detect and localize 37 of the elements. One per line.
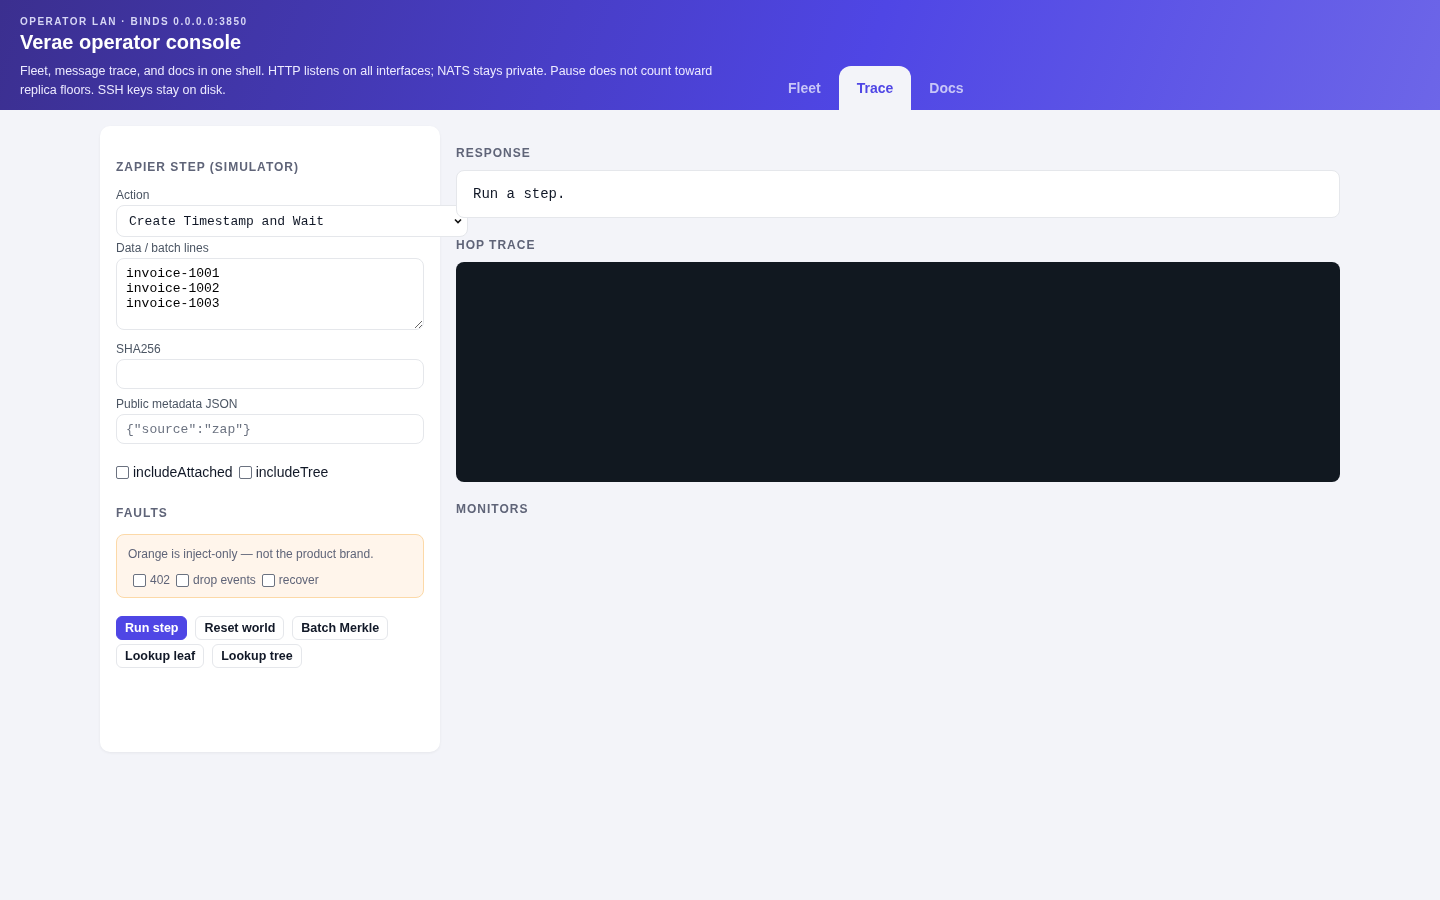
field-label: Data / batch lines bbox=[116, 241, 210, 255]
data-textarea[interactable]: invoice-1001 invoice-1002 invoice-1003 bbox=[116, 258, 424, 330]
chevron-icon bbox=[453, 216, 463, 226]
checkbox-label: recover bbox=[278, 573, 319, 587]
tab[interactable]: Fleet bbox=[770, 66, 839, 110]
header-eyebrow: OPERATOR LAN · BINDS 0.0.0.0:3850 bbox=[20, 16, 249, 27]
tab[interactable]: Trace bbox=[838, 66, 912, 110]
section-title: FAULTS bbox=[116, 506, 169, 520]
checkbox-label: includeTree bbox=[255, 464, 329, 480]
section-title: MONITORS bbox=[456, 502, 530, 516]
checkbox[interactable] bbox=[116, 465, 129, 479]
action-select[interactable]: Create Timestamp and Wait bbox=[116, 205, 468, 237]
section-title: ZAPIER STEP (SIMULATOR) bbox=[116, 160, 300, 174]
checkbox[interactable] bbox=[176, 573, 190, 587]
action-button[interactable]: Run step bbox=[116, 616, 188, 640]
field-label: SHA256 bbox=[116, 342, 162, 356]
field-label: Action bbox=[116, 188, 151, 202]
checkbox-label: includeAttached bbox=[133, 464, 233, 480]
action-button[interactable]: Reset world bbox=[195, 616, 285, 640]
faults-note: Orange is inject-only — not the product brand. bbox=[128, 547, 375, 561]
sha256-field[interactable] bbox=[116, 359, 424, 389]
metadata-field[interactable]: {"source":"zap"} bbox=[116, 414, 424, 444]
tab[interactable]: Docs bbox=[911, 66, 982, 110]
action-button[interactable]: Lookup leaf bbox=[116, 644, 205, 668]
checkbox-label: drop events bbox=[193, 573, 256, 587]
response-output: Run a step. bbox=[456, 170, 1340, 218]
checkbox-label: 402 bbox=[150, 573, 171, 587]
page-title: Verae operator console bbox=[20, 31, 243, 54]
section-title: RESPONSE bbox=[456, 146, 532, 160]
action-button[interactable]: Batch Merkle bbox=[292, 616, 389, 640]
checkbox[interactable] bbox=[133, 573, 146, 587]
field-label: Public metadata JSON bbox=[116, 397, 239, 411]
action-button[interactable]: Lookup tree bbox=[212, 644, 302, 668]
header-description: Fleet, message trace, and docs in one shell. HTTP listens on all interfaces; NATS stays private. Pause does not count toward replica floors. SSH keys stay on disk. bbox=[20, 63, 714, 99]
checkbox[interactable] bbox=[261, 573, 275, 587]
section-title: HOP TRACE bbox=[456, 238, 537, 252]
checkbox[interactable] bbox=[238, 465, 252, 479]
